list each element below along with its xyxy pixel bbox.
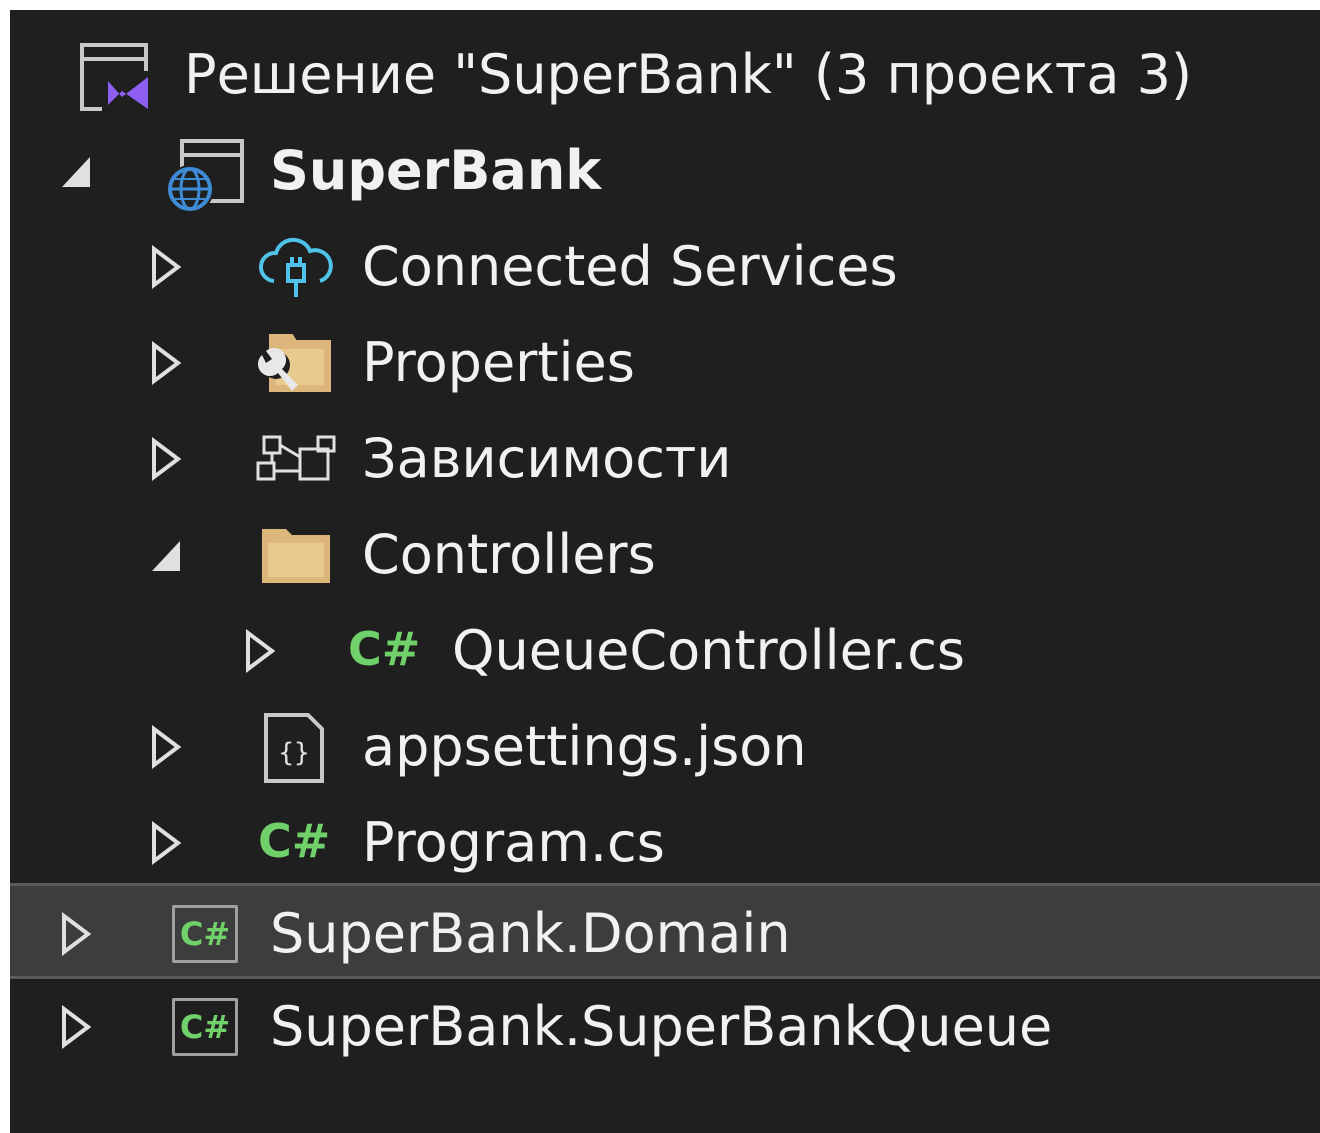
tree-row-connected-services[interactable]: Connected Services [10,219,1320,315]
expand-arrow-icon[interactable] [242,629,278,673]
solution-label: Решение "SuperBank" (3 проекта 3) [184,43,1193,106]
connected-services-icon [258,237,334,305]
expand-arrow-icon[interactable] [148,245,184,289]
solution-explorer-tree: Решение "SuperBank" (3 проекта 3) SuperB… [10,10,1320,1133]
collapse-arrow-icon[interactable] [58,149,94,193]
item-label: Controllers [362,523,656,586]
expand-arrow-icon[interactable] [148,437,184,481]
tree-row-queuecontroller[interactable]: C# QueueController.cs [10,603,1320,699]
tree-row-solution[interactable]: Решение "SuperBank" (3 проекта 3) [10,27,1320,123]
expand-arrow-icon[interactable] [58,1005,94,1049]
dependencies-icon [254,433,338,493]
item-label: Properties [362,331,635,394]
tree-row-appsettings[interactable]: {} appsettings.json [10,699,1320,795]
tree-row-project-domain[interactable]: C# SuperBank.Domain [10,883,1320,979]
json-file-icon: {} [262,711,326,789]
item-label: QueueController.cs [452,619,966,682]
visual-studio-solution-icon [78,41,154,117]
item-label: Program.cs [362,811,665,874]
csharp-file-icon: C# [348,622,421,676]
collapse-arrow-icon[interactable] [148,533,184,577]
item-label: Зависимости [362,427,732,490]
properties-folder-icon [254,327,334,403]
expand-arrow-icon[interactable] [148,341,184,385]
expand-arrow-icon[interactable] [148,821,184,865]
item-label: appsettings.json [362,715,807,778]
expand-arrow-icon[interactable] [148,725,184,769]
project-label: SuperBank.Domain [270,902,791,965]
csharp-project-icon: C# [172,998,238,1056]
tree-row-project-superbank[interactable]: SuperBank [10,123,1320,219]
csharp-project-icon: C# [172,905,238,963]
csharp-file-icon: C# [258,814,331,868]
project-label: SuperBank [270,139,602,202]
web-project-icon [162,137,246,217]
svg-text:{}: {} [278,738,309,768]
folder-icon [258,523,334,591]
tree-row-controllers[interactable]: Controllers [10,507,1320,603]
tree-row-project-queue[interactable]: C# SuperBank.SuperBankQueue [10,979,1320,1075]
item-label: Connected Services [362,235,898,298]
tree-row-dependencies[interactable]: Зависимости [10,411,1320,507]
tree-row-properties[interactable]: Properties [10,315,1320,411]
expand-arrow-icon[interactable] [58,912,94,956]
tree-row-program[interactable]: C# Program.cs [10,795,1320,891]
project-label: SuperBank.SuperBankQueue [270,995,1053,1058]
